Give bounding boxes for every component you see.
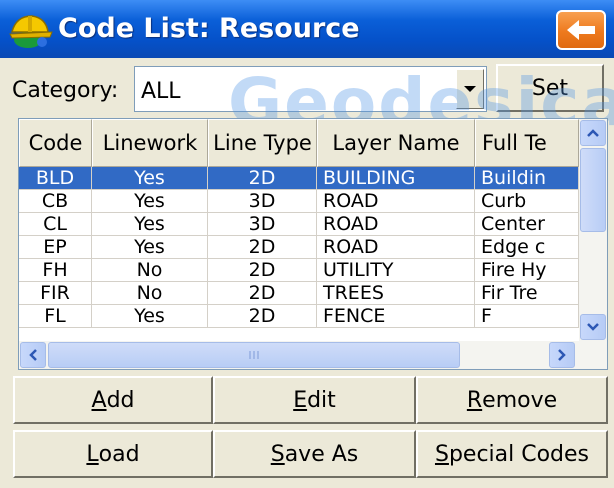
cell-code: BLD (19, 167, 92, 189)
cell-layer-name: ROAD (317, 236, 475, 258)
cell-linework: Yes (92, 167, 208, 189)
cell-full-text: Fire Hy (475, 259, 579, 281)
grip-icon (249, 351, 259, 359)
cell-code: FH (19, 259, 92, 281)
cell-code: EP (19, 236, 92, 258)
table-body: BLD Yes 2D BUILDING Buildin CB Yes 3D ROAD Curb CL… (19, 167, 579, 328)
cell-full-text: Buildin (475, 167, 579, 189)
surveyor-helmet-icon (9, 15, 53, 48)
column-header-line-type[interactable]: Line Type (208, 119, 317, 167)
column-header-code[interactable]: Code (19, 119, 92, 167)
special-codes-button[interactable]: Special Codes (416, 430, 608, 478)
save-as-label-post: ave As (284, 441, 359, 467)
category-value: ALL (141, 79, 181, 104)
cell-linework: No (92, 282, 208, 304)
cell-line-type: 2D (208, 236, 317, 258)
special-label-post: pecial Codes (448, 441, 590, 467)
title-bar: Code List: Resource (0, 0, 614, 58)
table-header: Code Linework Line Type Layer Name Full … (19, 119, 579, 167)
vertical-scrollbar[interactable] (579, 119, 607, 341)
category-dropdown[interactable]: ALL (134, 66, 487, 112)
save-as-button[interactable]: Save As (213, 430, 416, 478)
remove-label-post: emove (482, 387, 558, 413)
table-row[interactable]: FIR No 2D TREES Fir Tre (19, 282, 579, 305)
table-row[interactable]: EP Yes 2D ROAD Edge c (19, 236, 579, 259)
cell-full-text: Edge c (475, 236, 579, 258)
cell-line-type: 2D (208, 282, 317, 304)
cell-full-text: Center (475, 213, 579, 235)
cell-linework: No (92, 259, 208, 281)
chevron-down-icon (587, 323, 599, 331)
edit-button[interactable]: Edit (213, 376, 416, 424)
chevron-down-icon (464, 86, 476, 92)
cell-layer-name: ROAD (317, 190, 475, 212)
chevron-left-icon (29, 349, 37, 361)
save-as-accelerator: S (270, 441, 285, 467)
remove-button[interactable]: Remove (416, 376, 608, 424)
special-accelerator: S (434, 441, 449, 467)
table-row[interactable]: CB Yes 3D ROAD Curb (19, 190, 579, 213)
cell-linework: Yes (92, 190, 208, 212)
chevron-up-icon (587, 129, 599, 137)
add-accelerator: A (91, 387, 107, 413)
load-button[interactable]: Load (13, 430, 213, 478)
back-button[interactable] (556, 10, 606, 50)
edit-accelerator: E (293, 387, 308, 413)
scroll-up-button[interactable] (580, 120, 606, 146)
chevron-right-icon (558, 349, 566, 361)
cell-line-type: 2D (208, 167, 317, 189)
column-header-linework[interactable]: Linework (92, 119, 208, 167)
cell-line-type: 2D (208, 259, 317, 281)
cell-layer-name: UTILITY (317, 259, 475, 281)
cell-full-text: F (475, 305, 579, 327)
cell-full-text: Fir Tre (475, 282, 579, 304)
cell-layer-name: TREES (317, 282, 475, 304)
table-row[interactable]: FL Yes 2D FENCE F (19, 305, 579, 328)
cell-layer-name: ROAD (317, 213, 475, 235)
cell-layer-name: BUILDING (317, 167, 475, 189)
vertical-scroll-thumb[interactable] (580, 148, 606, 232)
cell-line-type: 3D (208, 213, 317, 235)
horizontal-scroll-thumb[interactable] (48, 342, 460, 368)
cell-linework: Yes (92, 213, 208, 235)
cell-full-text: Curb (475, 190, 579, 212)
table-row[interactable]: CL Yes 3D ROAD Center (19, 213, 579, 236)
window-title: Code List: Resource (58, 13, 360, 44)
load-label-post: oad (98, 441, 140, 467)
add-label-post: dd (106, 387, 135, 413)
back-arrow-icon (567, 20, 595, 40)
scroll-right-button[interactable] (549, 342, 575, 368)
cell-layer-name: FENCE (317, 305, 475, 327)
table-row[interactable]: FH No 2D UTILITY Fire Hy (19, 259, 579, 282)
cell-line-type: 2D (208, 305, 317, 327)
dropdown-arrow-button[interactable] (456, 69, 484, 109)
column-header-full-text[interactable]: Full Te (475, 119, 579, 167)
scroll-left-button[interactable] (20, 342, 46, 368)
cell-line-type: 3D (208, 190, 317, 212)
table-row[interactable]: BLD Yes 2D BUILDING Buildin (19, 167, 579, 190)
cell-linework: Yes (92, 236, 208, 258)
horizontal-scrollbar[interactable] (19, 341, 607, 369)
cell-code: FL (19, 305, 92, 327)
load-accelerator: L (86, 441, 99, 467)
remove-accelerator: R (466, 387, 483, 413)
add-button[interactable]: Add (13, 376, 213, 424)
code-table[interactable]: Code Linework Line Type Layer Name Full … (18, 118, 608, 370)
column-header-layer-name[interactable]: Layer Name (317, 119, 475, 167)
edit-label-post: dit (307, 387, 336, 413)
set-button[interactable]: Set (496, 64, 604, 112)
scroll-down-button[interactable] (580, 314, 606, 340)
cell-linework: Yes (92, 305, 208, 327)
cell-code: CL (19, 213, 92, 235)
category-label: Category: (12, 78, 119, 103)
cell-code: CB (19, 190, 92, 212)
cell-code: FIR (19, 282, 92, 304)
